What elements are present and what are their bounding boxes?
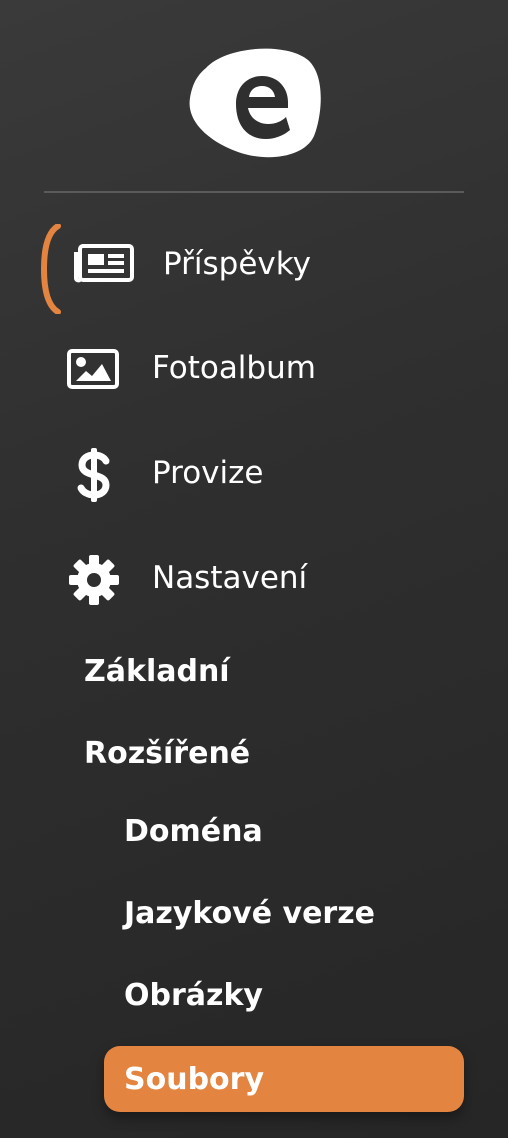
nav-item-provize[interactable]: Provize: [0, 431, 508, 519]
divider: [44, 191, 464, 193]
submenu-item-zakladni[interactable]: Základní: [84, 654, 230, 689]
brand-logo[interactable]: [186, 46, 322, 160]
dollar-icon: [76, 447, 112, 503]
submenu-label-soubory: Soubory: [124, 1061, 265, 1097]
image-icon: [66, 348, 120, 390]
nav-item-fotoalbum[interactable]: Fotoalbum: [0, 326, 508, 414]
submenu-item-jazykove-verze[interactable]: Jazykové verze: [124, 896, 375, 931]
newspaper-icon: [74, 244, 134, 284]
nav-label-provize: Provize: [152, 455, 264, 491]
nav-label-prispevky: Příspěvky: [163, 246, 311, 282]
e-logo-icon: [189, 48, 321, 158]
nav-label-nastaveni: Nastavení: [152, 560, 308, 596]
gear-icon: [68, 554, 120, 606]
nav-item-prispevky[interactable]: Příspěvky: [0, 222, 508, 310]
nav-item-nastaveni[interactable]: Nastavení: [0, 536, 508, 624]
sidebar: Příspěvky Fotoalbum Provize Nastavení Zá…: [0, 0, 508, 1138]
submenu-item-domena[interactable]: Doména: [124, 814, 263, 849]
nav-label-fotoalbum: Fotoalbum: [152, 350, 316, 386]
submenu-item-rozsirene[interactable]: Rozšířené: [84, 736, 250, 771]
submenu-item-soubory[interactable]: Soubory: [104, 1046, 464, 1112]
submenu-item-obrazky[interactable]: Obrázky: [124, 978, 263, 1013]
